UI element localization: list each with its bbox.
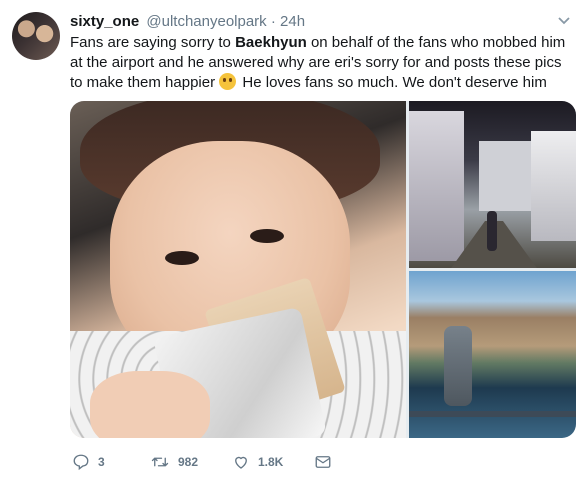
retweet-button[interactable]: 982 [150, 452, 198, 472]
chevron-down-icon[interactable] [556, 14, 572, 28]
photo-eye-right [250, 229, 284, 243]
avatar[interactable] [12, 12, 60, 60]
photo-building-left [409, 111, 464, 261]
photo-person [487, 211, 497, 251]
tweet-actions: 3 982 1.8K [70, 452, 470, 472]
tweet[interactable]: sixty_one @ultchanyeolpark · 24h Fans ar… [0, 0, 586, 478]
street-photo[interactable] [409, 101, 576, 268]
photo-rock [444, 326, 472, 406]
separator-dot: · [270, 13, 276, 30]
retweet-icon [150, 453, 170, 471]
reply-count: 3 [98, 455, 105, 469]
retweet-count: 982 [178, 455, 199, 469]
photo-building-right [531, 131, 576, 241]
tweet-text-end: He loves fans so much. We don't deserve … [238, 74, 547, 91]
direct-message-button[interactable] [314, 452, 332, 472]
photo-eye-left [165, 251, 199, 265]
reply-button[interactable]: 3 [72, 452, 105, 472]
timestamp[interactable]: 24h [280, 13, 305, 30]
tweet-text: Fans are saying sorry to Baekhyun on beh… [70, 33, 575, 93]
tweet-text-bold: Baekhyun [235, 34, 307, 51]
photo-building-center [479, 141, 539, 211]
main-selfie-photo[interactable] [70, 101, 406, 438]
photo-hand [90, 371, 210, 438]
heart-icon [232, 453, 250, 471]
like-button[interactable]: 1.8K [232, 452, 283, 472]
user-handle[interactable]: @ultchanyeolpark [146, 13, 266, 30]
lake-photo[interactable] [409, 271, 576, 438]
photo-rail [409, 411, 576, 417]
tweet-text-start: Fans are saying sorry to [70, 34, 236, 51]
face-screaming-emoji [219, 73, 237, 90]
media-grid [70, 101, 576, 438]
message-icon [314, 453, 332, 471]
tweet-header: sixty_one @ultchanyeolpark · 24h [70, 12, 305, 32]
display-name[interactable]: sixty_one [70, 13, 139, 30]
reply-icon [72, 453, 90, 471]
like-count: 1.8K [258, 455, 284, 469]
